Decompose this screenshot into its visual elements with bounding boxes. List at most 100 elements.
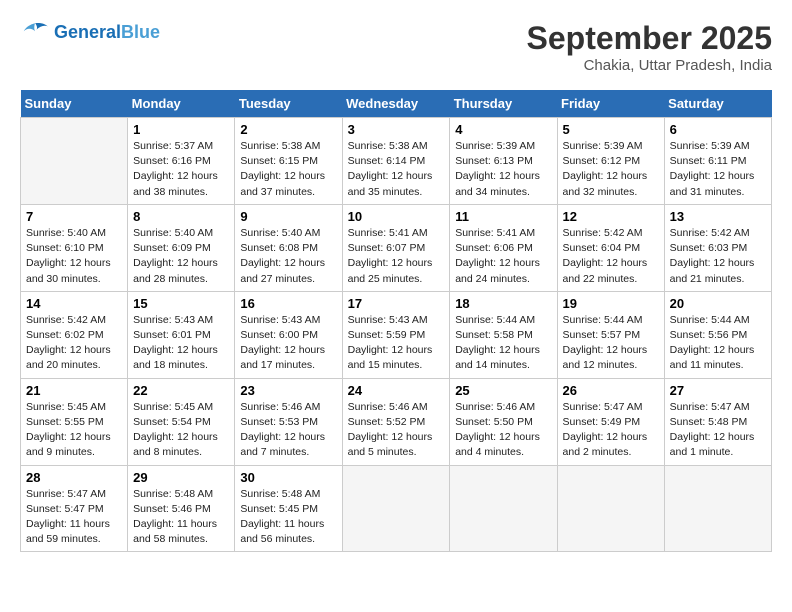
day-info: Sunrise: 5:48 AM Sunset: 5:46 PM Dayligh…	[133, 487, 229, 548]
location: Chakia, Uttar Pradesh, India	[527, 57, 772, 74]
col-wednesday: Wednesday	[342, 90, 450, 118]
day-number: 19	[563, 296, 659, 311]
calendar-cell: 28 Sunrise: 5:47 AM Sunset: 5:47 PM Dayli…	[21, 465, 128, 552]
week-row-5: 28 Sunrise: 5:47 AM Sunset: 5:47 PM Dayli…	[21, 465, 772, 552]
logo-text: GeneralBlue	[54, 22, 160, 43]
week-row-1: 1Sunrise: 5:37 AM Sunset: 6:16 PM Daylig…	[21, 118, 772, 205]
day-number: 16	[240, 296, 336, 311]
calendar-cell: 10 Sunrise: 5:41 AM Sunset: 6:07 PM Dayli…	[342, 204, 450, 291]
day-info: Sunrise: 5:38 AM Sunset: 6:15 PM Dayligh…	[240, 139, 336, 200]
calendar-cell: 20 Sunrise: 5:44 AM Sunset: 5:56 PM Dayli…	[664, 291, 771, 378]
day-info: Sunrise: 5:46 AM Sunset: 5:52 PM Dayligh…	[348, 400, 445, 461]
day-info: Sunrise: 5:45 AM Sunset: 5:54 PM Dayligh…	[133, 400, 229, 461]
calendar-cell: 3 Sunrise: 5:38 AM Sunset: 6:14 PM Daylig…	[342, 118, 450, 205]
calendar-cell: 15 Sunrise: 5:43 AM Sunset: 6:01 PM Dayli…	[128, 291, 235, 378]
day-number: 8	[133, 209, 229, 224]
day-number: 11	[455, 209, 551, 224]
day-info: Sunrise: 5:42 AM Sunset: 6:02 PM Dayligh…	[26, 313, 122, 374]
calendar-cell: 8 Sunrise: 5:40 AM Sunset: 6:09 PM Daylig…	[128, 204, 235, 291]
calendar-cell: 25 Sunrise: 5:46 AM Sunset: 5:50 PM Dayli…	[450, 378, 557, 465]
calendar-cell: 23Sunrise: 5:46 AM Sunset: 5:53 PM Dayli…	[235, 378, 342, 465]
calendar-cell: 30 Sunrise: 5:48 AM Sunset: 5:45 PM Dayli…	[235, 465, 342, 552]
day-info: Sunrise: 5:41 AM Sunset: 6:07 PM Dayligh…	[348, 226, 445, 287]
calendar-cell: 1Sunrise: 5:37 AM Sunset: 6:16 PM Daylig…	[128, 118, 235, 205]
calendar-cell: 17 Sunrise: 5:43 AM Sunset: 5:59 PM Dayli…	[342, 291, 450, 378]
calendar-cell	[342, 465, 450, 552]
calendar-table: Sunday Monday Tuesday Wednesday Thursday…	[20, 90, 772, 552]
day-info: Sunrise: 5:39 AM Sunset: 6:13 PM Dayligh…	[455, 139, 551, 200]
calendar-cell: 24Sunrise: 5:46 AM Sunset: 5:52 PM Dayli…	[342, 378, 450, 465]
day-info: Sunrise: 5:39 AM Sunset: 6:11 PM Dayligh…	[670, 139, 766, 200]
day-number: 27	[670, 383, 766, 398]
day-number: 6	[670, 122, 766, 137]
col-friday: Friday	[557, 90, 664, 118]
day-info: Sunrise: 5:43 AM Sunset: 6:00 PM Dayligh…	[240, 313, 336, 374]
col-saturday: Saturday	[664, 90, 771, 118]
calendar-cell: 6 Sunrise: 5:39 AM Sunset: 6:11 PM Daylig…	[664, 118, 771, 205]
day-info: Sunrise: 5:45 AM Sunset: 5:55 PM Dayligh…	[26, 400, 122, 461]
day-number: 1	[133, 122, 229, 137]
day-info: Sunrise: 5:48 AM Sunset: 5:45 PM Dayligh…	[240, 487, 336, 548]
day-number: 17	[348, 296, 445, 311]
day-info: Sunrise: 5:43 AM Sunset: 5:59 PM Dayligh…	[348, 313, 445, 374]
day-number: 29	[133, 470, 229, 485]
month-title: September 2025	[527, 20, 772, 57]
day-number: 4	[455, 122, 551, 137]
calendar-cell: 29 Sunrise: 5:48 AM Sunset: 5:46 PM Dayli…	[128, 465, 235, 552]
day-number: 18	[455, 296, 551, 311]
calendar-cell: 26Sunrise: 5:47 AM Sunset: 5:49 PM Dayli…	[557, 378, 664, 465]
day-number: 15	[133, 296, 229, 311]
logo: GeneralBlue	[20, 20, 160, 44]
calendar-cell: 22Sunrise: 5:45 AM Sunset: 5:54 PM Dayli…	[128, 378, 235, 465]
day-number: 9	[240, 209, 336, 224]
calendar-cell: 19 Sunrise: 5:44 AM Sunset: 5:57 PM Dayli…	[557, 291, 664, 378]
day-info: Sunrise: 5:42 AM Sunset: 6:03 PM Dayligh…	[670, 226, 766, 287]
day-number: 14	[26, 296, 122, 311]
day-info: Sunrise: 5:47 AM Sunset: 5:47 PM Dayligh…	[26, 487, 122, 548]
page-header: GeneralBlue September 2025 Chakia, Uttar…	[20, 20, 772, 74]
day-info: Sunrise: 5:43 AM Sunset: 6:01 PM Dayligh…	[133, 313, 229, 374]
day-number: 23	[240, 383, 336, 398]
calendar-cell: 11 Sunrise: 5:41 AM Sunset: 6:06 PM Dayli…	[450, 204, 557, 291]
calendar-cell: 7Sunrise: 5:40 AM Sunset: 6:10 PM Daylig…	[21, 204, 128, 291]
day-number: 30	[240, 470, 336, 485]
col-monday: Monday	[128, 90, 235, 118]
logo-icon	[20, 20, 50, 44]
calendar-cell	[450, 465, 557, 552]
day-info: Sunrise: 5:47 AM Sunset: 5:48 PM Dayligh…	[670, 400, 766, 461]
col-tuesday: Tuesday	[235, 90, 342, 118]
calendar-cell: 5 Sunrise: 5:39 AM Sunset: 6:12 PM Daylig…	[557, 118, 664, 205]
calendar-cell	[21, 118, 128, 205]
calendar-cell: 21 Sunrise: 5:45 AM Sunset: 5:55 PM Dayli…	[21, 378, 128, 465]
day-number: 2	[240, 122, 336, 137]
day-info: Sunrise: 5:40 AM Sunset: 6:09 PM Dayligh…	[133, 226, 229, 287]
day-info: Sunrise: 5:44 AM Sunset: 5:56 PM Dayligh…	[670, 313, 766, 374]
day-number: 5	[563, 122, 659, 137]
calendar-cell: 2 Sunrise: 5:38 AM Sunset: 6:15 PM Daylig…	[235, 118, 342, 205]
day-number: 28	[26, 470, 122, 485]
calendar-cell: 16 Sunrise: 5:43 AM Sunset: 6:00 PM Dayli…	[235, 291, 342, 378]
day-info: Sunrise: 5:42 AM Sunset: 6:04 PM Dayligh…	[563, 226, 659, 287]
day-info: Sunrise: 5:46 AM Sunset: 5:50 PM Dayligh…	[455, 400, 551, 461]
day-number: 7	[26, 209, 122, 224]
calendar-cell: 14 Sunrise: 5:42 AM Sunset: 6:02 PM Dayli…	[21, 291, 128, 378]
day-number: 3	[348, 122, 445, 137]
day-info: Sunrise: 5:41 AM Sunset: 6:06 PM Dayligh…	[455, 226, 551, 287]
calendar-cell: 12Sunrise: 5:42 AM Sunset: 6:04 PM Dayli…	[557, 204, 664, 291]
day-info: Sunrise: 5:44 AM Sunset: 5:57 PM Dayligh…	[563, 313, 659, 374]
calendar-cell: 18 Sunrise: 5:44 AM Sunset: 5:58 PM Dayli…	[450, 291, 557, 378]
day-number: 21	[26, 383, 122, 398]
day-number: 10	[348, 209, 445, 224]
day-number: 20	[670, 296, 766, 311]
calendar-cell: 13 Sunrise: 5:42 AM Sunset: 6:03 PM Dayli…	[664, 204, 771, 291]
week-row-4: 21 Sunrise: 5:45 AM Sunset: 5:55 PM Dayli…	[21, 378, 772, 465]
day-info: Sunrise: 5:44 AM Sunset: 5:58 PM Dayligh…	[455, 313, 551, 374]
calendar-cell	[557, 465, 664, 552]
week-row-2: 7Sunrise: 5:40 AM Sunset: 6:10 PM Daylig…	[21, 204, 772, 291]
day-number: 26	[563, 383, 659, 398]
day-number: 13	[670, 209, 766, 224]
day-info: Sunrise: 5:39 AM Sunset: 6:12 PM Dayligh…	[563, 139, 659, 200]
day-info: Sunrise: 5:38 AM Sunset: 6:14 PM Dayligh…	[348, 139, 445, 200]
day-number: 25	[455, 383, 551, 398]
calendar-cell: 27 Sunrise: 5:47 AM Sunset: 5:48 PM Dayli…	[664, 378, 771, 465]
